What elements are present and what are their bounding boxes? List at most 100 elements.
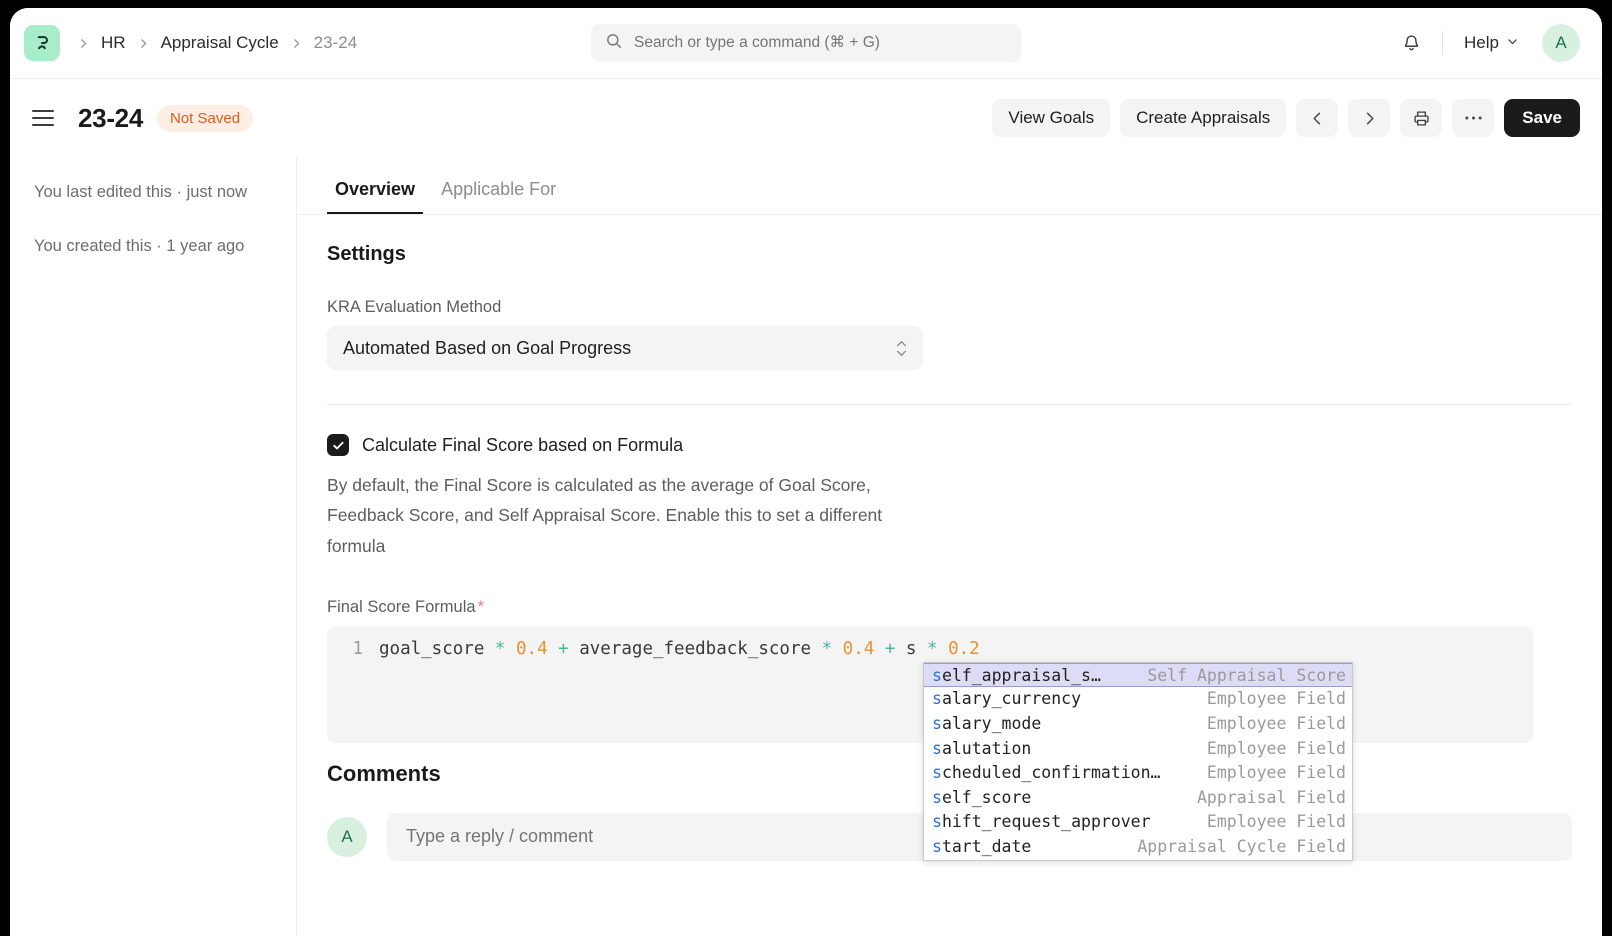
breadcrumb-separator-icon [287,37,306,50]
settings-heading: Settings [327,243,1572,266]
required-asterisk: * [478,598,484,616]
avatar-initial: A [1555,33,1566,53]
formula-help-text: By default, the Final Score is calculate… [327,470,907,561]
formula-token: goal_score [379,639,495,659]
autocomplete-item[interactable]: scheduled_confirmation… Employee Field [924,761,1352,786]
help-menu[interactable]: Help [1455,27,1528,59]
formula-token: * [927,639,938,659]
view-goals-button[interactable]: View Goals [992,99,1110,137]
search-icon [605,32,623,55]
autocomplete-item-name: self_score [932,788,1031,808]
tab-overview[interactable]: Overview [327,179,423,214]
formula-code-text[interactable]: goal_score * 0.4 + average_feedback_scor… [379,637,980,662]
status-badge: Not Saved [157,105,253,132]
autocomplete-dropdown[interactable]: self_appraisal_s…Self Appraisal Scoresal… [923,662,1353,861]
breadcrumb-item-current[interactable]: 23-24 [308,31,363,55]
autocomplete-item-meta: Employee Field [1189,812,1346,832]
chevron-left-icon[interactable] [1296,99,1338,137]
formula-token: 0.4 [516,639,548,659]
app-window: HR Appraisal Cycle 23-24 [10,8,1602,936]
header-actions: View Goals Create Appraisals Save [992,99,1580,137]
autocomplete-item-name: shift_request_approver [932,812,1151,832]
sidebar: You last edited this · just now You crea… [10,157,296,936]
autocomplete-item[interactable]: salary_currency Employee Field [924,687,1352,712]
autocomplete-item[interactable]: salary_mode Employee Field [924,712,1352,737]
bell-icon[interactable] [1392,24,1430,62]
navbar-divider [1442,31,1443,55]
autocomplete-item-meta: Employee Field [1189,763,1346,783]
page-title: 23-24 [78,103,143,134]
breadcrumb-separator-icon [74,37,93,50]
breadcrumb: HR Appraisal Cycle 23-24 [74,31,363,55]
autocomplete-item[interactable]: salutationEmployee Field [924,737,1352,762]
autocomplete-item[interactable]: start_dateAppraisal Cycle Field [924,835,1352,860]
page-body: You last edited this · just now You crea… [10,157,1602,936]
formula-token: + [558,639,569,659]
formula-token: 0.4 [843,639,875,659]
sidebar-last-edited: You last edited this · just now [34,179,272,206]
comment-avatar: A [327,817,367,857]
formula-token [548,639,559,659]
formula-token: + [885,639,896,659]
autocomplete-item-meta: Employee Field [1189,689,1346,709]
top-navbar: HR Appraisal Cycle 23-24 [10,8,1602,79]
breadcrumb-item-hr[interactable]: HR [95,31,132,55]
tab-applicable-for[interactable]: Applicable For [433,179,564,214]
comment-avatar-initial: A [341,827,352,847]
autocomplete-item-meta: Self Appraisal Score [1129,666,1346,686]
chevron-down-icon [1506,33,1519,53]
final-score-formula-block: Final Score Formula* 1 goal_score * 0.4 … [327,598,1572,743]
editor-line-number: 1 [327,637,379,662]
breadcrumb-item-appraisal-cycle[interactable]: Appraisal Cycle [155,31,285,55]
create-appraisals-button[interactable]: Create Appraisals [1120,99,1286,137]
navbar-right-group: Help A [1392,24,1580,62]
settings-divider [327,404,1572,405]
formula-code-editor[interactable]: 1 goal_score * 0.4 + average_feedback_sc… [327,626,1533,743]
frappe-logo-icon[interactable] [24,25,60,61]
formula-token: * [822,639,833,659]
formula-token [938,639,949,659]
kra-evaluation-method-select[interactable]: Automated Based on Goal Progress [327,326,923,370]
autocomplete-item[interactable]: shift_request_approver Employee Field [924,810,1352,835]
autocomplete-item-name: salary_mode [932,714,1041,734]
chevron-right-icon[interactable] [1348,99,1390,137]
search-input[interactable] [634,34,1007,52]
final-score-formula-label: Final Score Formula* [327,598,1572,617]
final-score-formula-label-text: Final Score Formula [327,598,476,616]
kra-evaluation-method-value: Automated Based on Goal Progress [343,338,631,359]
main-content: Overview Applicable For Settings KRA Eva… [296,157,1602,936]
tab-bar: Overview Applicable For [297,157,1602,215]
formula-token [505,639,516,659]
hamburger-icon[interactable] [32,103,62,133]
formula-token: average_feedback_score [569,639,822,659]
calculate-final-score-row[interactable]: Calculate Final Score based on Formula [327,434,1572,456]
formula-token: s [895,639,927,659]
select-caret-icon [896,340,907,357]
autocomplete-item-name: salary_currency [932,689,1081,709]
calculate-final-score-label: Calculate Final Score based on Formula [362,435,683,456]
autocomplete-item-name: start_date [932,837,1031,857]
autocomplete-item-name: salutation [932,739,1031,759]
formula-token: * [495,639,506,659]
formula-token: 0.2 [948,639,980,659]
printer-icon[interactable] [1400,99,1442,137]
autocomplete-item-name: scheduled_confirmation… [932,763,1160,783]
formula-token [874,639,885,659]
sidebar-created: You created this · 1 year ago [34,233,272,260]
save-button[interactable]: Save [1504,99,1580,137]
formula-token [832,639,843,659]
ellipsis-icon[interactable] [1452,99,1494,137]
calculate-final-score-checkbox[interactable] [327,434,349,456]
global-search[interactable] [591,24,1021,62]
avatar[interactable]: A [1542,24,1580,62]
kra-evaluation-method-label: KRA Evaluation Method [327,298,1572,317]
autocomplete-item-meta: Appraisal Field [1179,788,1346,808]
help-label: Help [1464,33,1499,53]
settings-section: Settings KRA Evaluation Method Automated… [297,215,1602,743]
autocomplete-item[interactable]: self_appraisal_s… Self Appraisal Score [924,663,1352,688]
autocomplete-item[interactable]: self_score Appraisal Field [924,786,1352,811]
page-header: 23-24 Not Saved View Goals Create Apprai… [10,79,1602,157]
autocomplete-item-name: self_appraisal_s… [932,666,1101,686]
breadcrumb-separator-icon [134,37,153,50]
autocomplete-item-meta: Employee Field [1189,714,1346,734]
